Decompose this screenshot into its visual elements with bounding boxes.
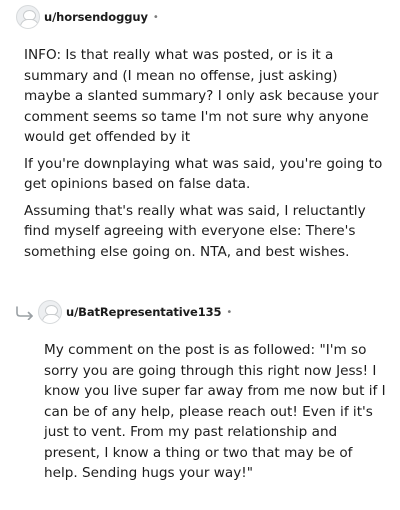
- comment-paragraph: My comment on the post is as followed: "…: [44, 342, 386, 481]
- comment-body: My comment on the post is as followed: "…: [44, 340, 388, 490]
- username-link[interactable]: u/BatRepresentative135: [66, 305, 222, 319]
- comment-paragraph: INFO: Is that really what was posted, or…: [24, 47, 379, 145]
- reply-arrow-icon: [16, 306, 33, 320]
- comment-header: u/BatRepresentative135 •: [38, 300, 232, 324]
- meta-separator: •: [152, 11, 159, 23]
- user-avatar-icon[interactable]: [38, 300, 62, 324]
- comment-paragraph: If you're downplaying what was said, you…: [24, 155, 383, 193]
- comment-header: u/horsendogguy •: [16, 5, 159, 29]
- meta-separator: •: [226, 306, 233, 318]
- user-avatar-icon[interactable]: [16, 5, 40, 29]
- comment-paragraph: Assuming that's really what was said, I …: [24, 202, 366, 260]
- comment-body: INFO: Is that really what was posted, or…: [24, 45, 384, 268]
- username-link[interactable]: u/horsendogguy: [44, 10, 148, 24]
